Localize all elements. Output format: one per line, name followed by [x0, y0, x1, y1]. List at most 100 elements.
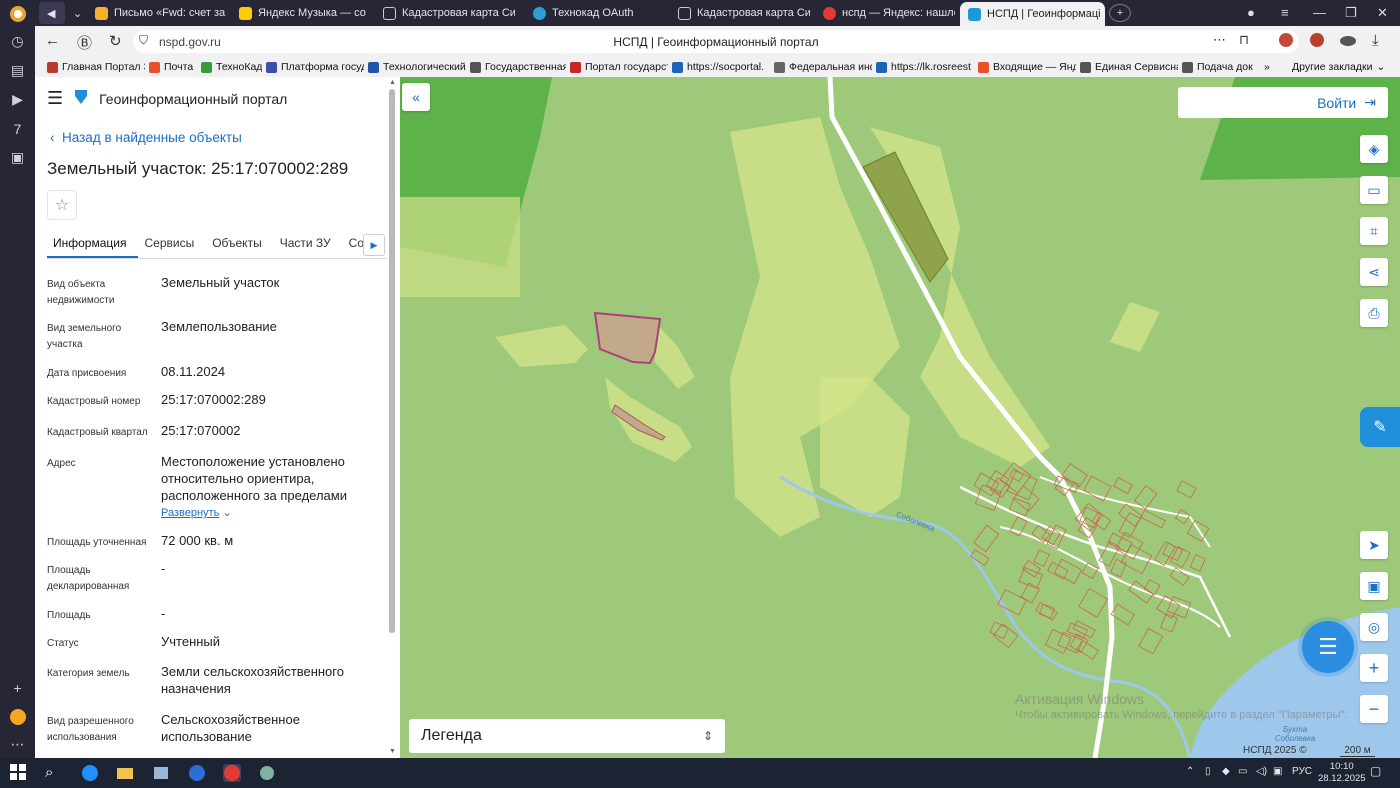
village-parcel[interactable] [1046, 524, 1067, 550]
bookmark-item[interactable]: Входящие — Янде [974, 61, 1076, 73]
village-parcel[interactable] [1076, 639, 1099, 660]
more-icon[interactable]: ⋯ [8, 735, 27, 754]
screenshot-icon[interactable]: ▣ [8, 148, 27, 167]
village-parcel[interactable] [1118, 503, 1143, 527]
tab-info[interactable]: Информация [47, 233, 139, 258]
app2-icon[interactable] [258, 764, 276, 782]
bookmark-item[interactable]: Единая Сервисна [1076, 61, 1178, 73]
language-indicator[interactable]: РУС [1292, 766, 1312, 777]
mail-rail-icon[interactable] [8, 707, 27, 726]
app-icon[interactable] [152, 764, 170, 782]
tab-objects[interactable]: Объекты [206, 233, 274, 258]
menu-icon[interactable]: ≡ [1281, 5, 1289, 20]
tray-shield-icon[interactable]: ◆ [1222, 766, 1230, 777]
village-parcel[interactable] [1006, 470, 1038, 501]
village-parcel[interactable] [1120, 543, 1153, 575]
legend-panel[interactable]: Легенда ⇕ [409, 719, 725, 753]
sidebar-scrollbar[interactable] [389, 89, 395, 633]
minimap-icon[interactable]: ▣ [1360, 572, 1388, 600]
bookmark-item[interactable]: ТехноКад [197, 61, 262, 73]
bookmark-item[interactable]: https://socportal. [668, 61, 770, 73]
bookmark-item[interactable]: Подача док [1178, 61, 1260, 73]
village-parcel[interactable] [1189, 554, 1206, 572]
bookmark-item[interactable]: Государственная [466, 61, 566, 73]
village-parcel[interactable] [1169, 567, 1190, 586]
bookmark-item[interactable]: Портал государст [566, 61, 668, 73]
select-area-icon[interactable]: ⌗ [1360, 217, 1388, 245]
chevron-right-icon[interactable]: » [1260, 61, 1284, 73]
other-bookmarks[interactable]: Другие закладки ⌄ [1288, 61, 1389, 73]
village-parcel[interactable] [970, 549, 990, 566]
village-parcel[interactable] [1113, 476, 1133, 495]
village-parcel[interactable] [1031, 524, 1051, 544]
village-parcel[interactable] [1083, 475, 1112, 502]
location-search-icon[interactable]: ◎ [1360, 613, 1388, 641]
bookmark-item[interactable]: Почта [145, 61, 197, 73]
hamburger-icon[interactable]: ☰ [47, 88, 63, 109]
village-parcel[interactable] [973, 472, 1000, 497]
village-parcel[interactable] [1110, 603, 1135, 626]
bookmark-item[interactable]: https://lk.rosreest [872, 61, 974, 73]
village-parcel[interactable] [1061, 462, 1088, 488]
scroll-down-icon[interactable]: ▼ [389, 748, 396, 755]
more-dots-icon[interactable]: ⋯ [1213, 32, 1226, 48]
bookmark-item[interactable]: Платформа госуд [262, 61, 364, 73]
layers-icon[interactable]: ◈ [1360, 135, 1388, 163]
protect-icon[interactable]: Ⓑ [77, 32, 92, 53]
yandex-browser-icon[interactable] [8, 4, 27, 23]
calendar-icon[interactable]: 7 [8, 119, 27, 138]
favorite-star-icon[interactable]: ☆ [47, 190, 77, 220]
search-icon[interactable]: ⌕ [45, 764, 63, 782]
tab-cadastral-1[interactable]: Кадастровая карта Сибир [375, 2, 515, 24]
tab-services[interactable]: Сервисы [138, 233, 206, 258]
tab-technokad[interactable]: Технокад OAuth [525, 2, 665, 24]
tab-cadastral-2[interactable]: Кадастровая карта Сибир [670, 2, 810, 24]
yandex-browser-taskbar-icon[interactable] [223, 764, 241, 782]
village-parcel[interactable] [1098, 540, 1121, 567]
history-icon[interactable]: ◷ [8, 32, 27, 51]
download-icon[interactable]: ⤓ [1372, 32, 1379, 49]
print-icon[interactable]: ⎙ [1360, 299, 1388, 327]
chat-icon[interactable]: ☰ [1302, 621, 1354, 673]
ie-icon[interactable] [81, 764, 99, 782]
zoom-out-icon[interactable]: − [1360, 695, 1388, 723]
village-parcel[interactable] [1044, 628, 1072, 654]
scroll-up-icon[interactable]: ▲ [389, 79, 396, 86]
extension-1-icon[interactable] [1278, 32, 1294, 52]
village-parcel[interactable] [989, 621, 1009, 640]
sound-icon[interactable]: ◀ [39, 2, 65, 24]
bookmark-icon[interactable]: ⊓ [1239, 32, 1249, 48]
restore-icon[interactable]: ❐ [1345, 5, 1357, 21]
bookmark-item[interactable]: Технологический [364, 61, 466, 73]
village-parcel[interactable] [1186, 519, 1210, 542]
tray-network-icon[interactable]: ▭ [1238, 766, 1247, 777]
village-parcel[interactable] [1138, 627, 1164, 655]
tabs-scroll-right-icon[interactable]: ▶ [363, 234, 385, 256]
notifications-icon[interactable]: ▢ [1370, 764, 1381, 778]
profile-icon[interactable]: ● [1247, 5, 1255, 20]
tab-mail[interactable]: Письмо «Fwd: счет за де [87, 2, 227, 24]
village-parcel[interactable] [1081, 562, 1099, 580]
share-icon[interactable]: ⋖ [1360, 258, 1388, 286]
collections-icon[interactable]: ▤ [8, 61, 27, 80]
village-parcel[interactable] [997, 589, 1027, 616]
village-parcel[interactable] [1009, 516, 1028, 537]
login-button[interactable]: Войти ⇥ [1178, 87, 1388, 118]
windows-start-icon[interactable] [10, 764, 28, 782]
new-tab-icon[interactable]: + [1109, 4, 1131, 22]
explorer-icon[interactable] [116, 764, 134, 782]
village-parcel[interactable] [1078, 587, 1109, 618]
geolocation-icon[interactable]: ➤ [1360, 531, 1388, 559]
village-parcel[interactable] [1110, 558, 1127, 578]
zoom-in-icon[interactable]: + [1360, 654, 1388, 682]
expand-link[interactable]: Развернуть ⌄ [161, 505, 351, 522]
back-to-results-link[interactable]: ‹ Назад в найденные объекты [50, 130, 242, 145]
tab-nspd[interactable]: НСПД | Геоинформаці ✕ [960, 2, 1105, 26]
reload-icon[interactable]: ↻ [109, 32, 122, 50]
village-parcel[interactable] [1140, 509, 1166, 529]
back-arrow-icon[interactable]: ← [45, 32, 60, 49]
tray-app-icon[interactable]: ▯ [1205, 766, 1211, 777]
village-parcel[interactable] [1134, 485, 1158, 510]
village-parcel[interactable] [1077, 517, 1099, 539]
url-field[interactable]: ⛉ nspd.gov.ru НСПД | Геоинформационный п… [133, 30, 1299, 53]
